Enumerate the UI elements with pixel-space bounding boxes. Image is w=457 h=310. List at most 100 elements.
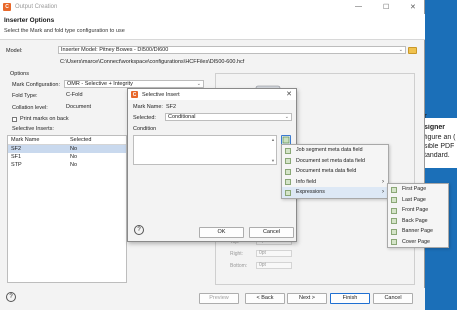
model-label: Model: (6, 48, 23, 54)
submenu-item-front-page[interactable]: Front Page (388, 205, 448, 216)
table-row[interactable]: STP No (8, 161, 126, 169)
menu-item-label: Document set meta data field (296, 157, 365, 164)
table-row[interactable]: SF2 No (8, 145, 126, 153)
submenu-item-back-page[interactable]: Back Page (388, 216, 448, 227)
submenu-item-cover-page[interactable]: Cover Page (388, 237, 448, 248)
expression-icon (391, 239, 397, 245)
mark-configuration-select[interactable]: OMR - Selective + Integrity ⌄ (64, 80, 204, 88)
insert-field-icon (282, 136, 290, 144)
maximize-button[interactable]: ☐ (383, 3, 389, 11)
table-cell: SF2 (11, 146, 22, 152)
selective-insert-dialog: C Selective Insert ✕ Mark Name: SF2 Sele… (127, 88, 297, 242)
page-title: Inserter Options (4, 17, 55, 24)
background-text: figure an ( (424, 134, 456, 141)
menu-item-info-field[interactable]: Info field › (282, 177, 388, 188)
margin-right-field[interactable]: 0pt (256, 250, 292, 257)
mark-name-label: Mark Name: (133, 104, 163, 110)
table-cell: STP (11, 162, 22, 168)
print-marks-checkbox[interactable] (12, 117, 17, 122)
window-title: Output Creation (15, 4, 58, 10)
field-icon (285, 168, 291, 175)
submenu-item-last-page[interactable]: Last Page (388, 195, 448, 206)
fold-type-select[interactable]: C-Fold (64, 92, 126, 100)
condition-label: Condition (133, 126, 157, 132)
column-header-selected[interactable]: Selected (67, 136, 126, 144)
table-cell: No (70, 162, 78, 168)
fold-type-label: Fold Type: (12, 93, 38, 99)
column-header-mark-name[interactable]: Mark Name (8, 136, 67, 144)
finish-button[interactable]: Finish (330, 293, 370, 304)
submenu-item-banner-page[interactable]: Banner Page (388, 226, 448, 237)
background-text: tandard. (424, 152, 450, 159)
table-row[interactable]: SF1 No (8, 153, 126, 161)
field-icon (285, 179, 291, 185)
chevron-down-icon: ⌄ (196, 81, 201, 87)
folder-open-icon[interactable] (408, 47, 417, 54)
close-button[interactable]: ✕ (410, 3, 416, 11)
model-value: Inserter Model: Pitney Bowes - DI500/DI6… (61, 47, 169, 53)
menu-item-document[interactable]: Document meta data field (282, 166, 388, 177)
selected-label: Selected: (133, 115, 156, 121)
ok-button[interactable]: OK (199, 227, 244, 238)
back-button[interactable]: < Back (245, 293, 285, 304)
cancel-button[interactable]: Cancel (373, 293, 413, 304)
table-cell: No (70, 154, 78, 160)
options-group-label: Options (10, 71, 29, 77)
field-icon (285, 189, 291, 196)
expressions-submenu: First Page Last Page Front Page Back Pag… (387, 183, 449, 248)
dialog-title-bar: C Selective Insert (128, 89, 296, 100)
menu-item-expressions[interactable]: Expressions › (282, 187, 388, 198)
chevron-down-icon: ⌄ (398, 47, 403, 53)
submenu-item-label: Front Page (402, 207, 429, 213)
selective-inserts-label: Selective Inserts: (12, 126, 54, 132)
field-icon (285, 147, 291, 154)
menu-item-label: Document meta data field (296, 168, 357, 174)
table-cell: SF1 (11, 154, 22, 160)
minimize-button[interactable]: — (355, 3, 362, 10)
next-button[interactable]: Next > (287, 293, 327, 304)
menu-item-job-segment[interactable]: Job segment meta data field (282, 145, 388, 156)
menu-item-label: Info field (296, 178, 317, 185)
submenu-item-first-page[interactable]: First Page (388, 184, 448, 195)
wizard-header: Inserter Options Select the Mark and fol… (0, 14, 425, 40)
mark-configuration-label: Mark Configuration: (12, 82, 60, 88)
table-cell: No (70, 146, 78, 152)
title-bar: C Output Creation — ☐ ✕ (0, 0, 424, 14)
app-logo-icon: C (131, 91, 138, 98)
dialog-close-icon[interactable]: ✕ (286, 90, 292, 98)
background-text: signer (424, 124, 446, 131)
margin-bottom-field[interactable]: 0pt (256, 262, 292, 269)
model-select[interactable]: Inserter Model: Pitney Bowes - DI500/DI6… (58, 46, 406, 54)
condition-textarea[interactable]: ▲ ▼ (133, 135, 277, 165)
margin-right-label: Right: (230, 251, 244, 257)
collation-level-value: Document (66, 104, 92, 110)
submenu-item-label: First Page (402, 186, 427, 192)
scroll-up-icon[interactable]: ▲ (271, 137, 275, 142)
expression-icon (391, 186, 397, 193)
page-subtitle: Select the Mark and fold type configurat… (4, 28, 125, 34)
expression-icon (391, 218, 397, 224)
selected-dropdown[interactable]: Conditional ⌄ (165, 113, 292, 121)
selected-dropdown-value: Conditional (168, 114, 196, 120)
mark-name-value: SF2 (166, 104, 177, 110)
menu-item-label: Expressions (296, 189, 325, 195)
mark-configuration-value: OMR - Selective + Integrity (67, 81, 133, 87)
selective-inserts-table: Mark Name Selected SF2 No SF1 No STP No (7, 135, 127, 283)
background-text: sible PDF (424, 143, 455, 150)
chevron-right-icon: › (382, 178, 384, 185)
dialog-cancel-button[interactable]: Cancel (249, 227, 294, 238)
menu-item-document-set[interactable]: Document set meta data field (282, 156, 388, 167)
insert-field-context-menu: Job segment meta data field Document set… (281, 144, 389, 199)
expression-icon (391, 228, 397, 235)
help-icon[interactable]: ? (6, 292, 16, 302)
scroll-down-icon[interactable]: ▼ (271, 158, 275, 163)
submenu-item-label: Last Page (402, 196, 426, 203)
help-icon[interactable]: ? (134, 225, 144, 235)
preview-button[interactable]: Preview (199, 293, 239, 304)
expression-icon (391, 197, 397, 203)
collation-level-select[interactable]: Document (64, 104, 126, 112)
scrollbar[interactable]: ▲ ▼ (271, 137, 275, 163)
field-icon (285, 158, 291, 164)
dialog-title: Selective Insert (142, 91, 180, 98)
fold-type-value: C-Fold (66, 92, 83, 98)
